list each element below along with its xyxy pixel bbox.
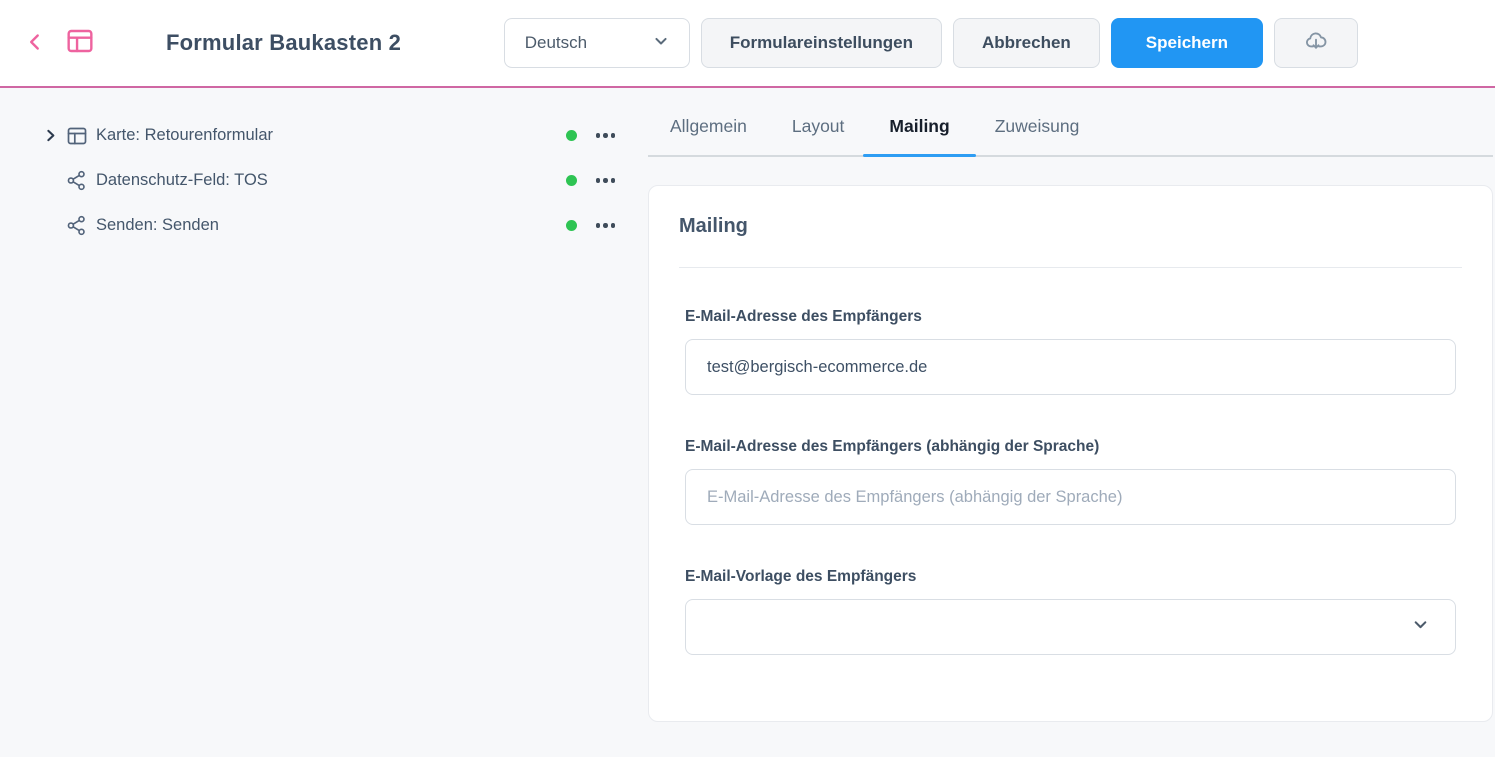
tab-zuweisung[interactable]: Zuweisung	[995, 113, 1080, 139]
ellipsis-icon[interactable]	[596, 129, 616, 142]
language-select-value: Deutsch	[525, 33, 587, 53]
recipient-email-field-group: E-Mail-Adresse des Empfängers	[685, 308, 1456, 395]
ellipsis-icon[interactable]	[596, 174, 616, 187]
form-builder-icon	[64, 25, 96, 62]
tab-layout[interactable]: Layout	[792, 113, 845, 139]
back-icon	[22, 29, 48, 58]
recipient-email-by-language-input[interactable]	[685, 469, 1456, 525]
element-tree-sidebar: Karte: Retourenformular Datenschutz-Feld…	[0, 88, 648, 755]
card-title: Mailing	[679, 215, 1462, 238]
tree-item-label: Senden: Senden	[96, 216, 219, 235]
tree-item-senden-senden[interactable]: Senden: Senden	[0, 203, 648, 248]
form-settings-button[interactable]: Formulareinstellungen	[701, 18, 942, 68]
ellipsis-icon[interactable]	[596, 219, 616, 232]
main-area: Karte: Retourenformular Datenschutz-Feld…	[0, 88, 1495, 755]
cloud-download-icon	[1303, 28, 1329, 59]
app-header: Formular Baukasten 2 Deutsch Formularein…	[0, 0, 1495, 88]
share-nodes-icon	[65, 214, 89, 238]
tree-item-datenschutz-feld-tos[interactable]: Datenschutz-Feld: TOS	[0, 158, 648, 203]
mailing-card-body: E-Mail-Adresse des Empfängers E-Mail-Adr…	[649, 268, 1492, 721]
export-button[interactable]	[1274, 18, 1358, 68]
tree-item-karte-retourenformular[interactable]: Karte: Retourenformular	[0, 113, 648, 158]
mailing-card-header: Mailing	[649, 186, 1492, 268]
tab-allgemein[interactable]: Allgemein	[670, 113, 747, 139]
status-dot	[566, 220, 577, 231]
recipient-email-by-language-field-group: E-Mail-Adresse des Empfängers (abhängig …	[685, 438, 1456, 525]
settings-tabs: Allgemein Layout Mailing Zuweisung	[648, 88, 1493, 157]
chevron-down-icon	[651, 31, 671, 56]
header-actions: Deutsch Formulareinstellungen Abbrechen …	[504, 18, 1358, 68]
recipient-email-template-select[interactable]	[685, 599, 1456, 655]
cancel-button[interactable]: Abbrechen	[953, 18, 1100, 68]
settings-panel: Allgemein Layout Mailing Zuweisung Maili…	[648, 88, 1495, 755]
recipient-email-input[interactable]	[685, 339, 1456, 395]
tree-item-label: Datenschutz-Feld: TOS	[96, 171, 268, 190]
field-label: E-Mail-Adresse des Empfängers	[685, 308, 1456, 326]
back-button[interactable]	[22, 29, 48, 58]
share-nodes-icon	[65, 169, 89, 193]
tab-mailing[interactable]: Mailing	[889, 113, 949, 139]
status-dot	[566, 175, 577, 186]
field-label: E-Mail-Adresse des Empfängers (abhängig …	[685, 438, 1456, 456]
chevron-right-icon[interactable]	[42, 127, 65, 144]
page-title: Formular Baukasten 2	[166, 30, 401, 56]
recipient-email-template-field-group: E-Mail-Vorlage des Empfängers	[685, 568, 1456, 655]
field-label: E-Mail-Vorlage des Empfängers	[685, 568, 1456, 586]
chevron-down-icon	[1410, 614, 1431, 640]
tree-item-label: Karte: Retourenformular	[96, 126, 273, 145]
save-button[interactable]: Speichern	[1111, 18, 1263, 68]
mailing-card: Mailing E-Mail-Adresse des Empfängers E-…	[648, 185, 1493, 722]
language-select[interactable]: Deutsch	[504, 18, 690, 68]
status-dot	[566, 130, 577, 141]
card-icon	[65, 124, 89, 148]
